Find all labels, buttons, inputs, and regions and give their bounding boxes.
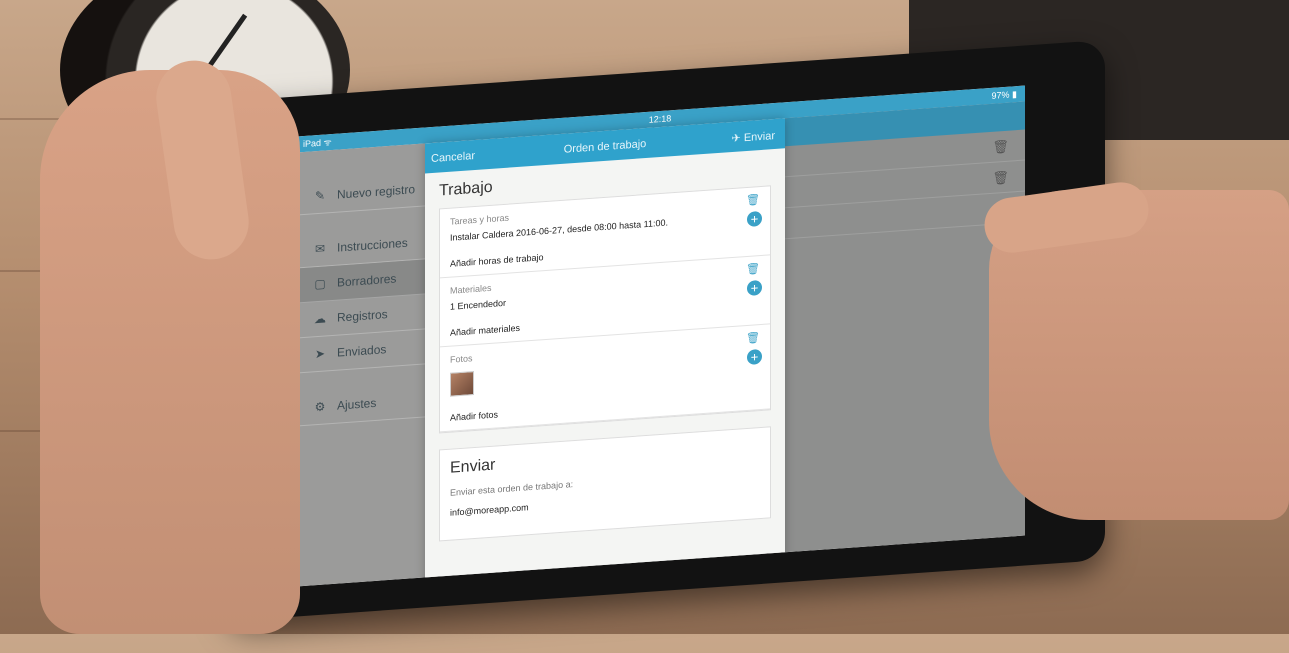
modal-title: Orden de trabajo [563, 138, 647, 156]
inbox-icon: ✉ [314, 241, 326, 257]
battery-label: 97% ▮ [991, 89, 1017, 101]
trash-icon[interactable]: 🗑 [746, 262, 760, 276]
edit-icon: ✎ [314, 188, 326, 204]
sidebar-item-label: Instrucciones [337, 235, 408, 255]
cloud-icon: ☁ [314, 311, 326, 327]
trash-icon[interactable]: 🗑 [992, 139, 1009, 156]
work-card: Tareas y horas Instalar Caldera 2016-06-… [439, 185, 771, 434]
send-button[interactable]: ✈ Enviar [732, 129, 775, 145]
clock-label: 12:18 [648, 113, 672, 125]
settings-icon: ⚙ [314, 399, 326, 415]
tablet-bezel: iPad ᯤ 12:18 97% ▮ ✎ Nuevo registro ✉ In… [225, 39, 1105, 622]
send-icon: ➤ [314, 346, 326, 362]
sidebar-item-label: Registros [337, 307, 388, 325]
sidebar-item-label: Enviados [337, 342, 387, 360]
plus-icon[interactable]: + [747, 279, 762, 296]
tablet-screen: iPad ᯤ 12:18 97% ▮ ✎ Nuevo registro ✉ In… [295, 85, 1025, 587]
trash-icon[interactable]: 🗑 [746, 193, 760, 207]
add-photos-link[interactable]: Añadir fotos [450, 391, 760, 422]
sidebar-item-label: Ajustes [337, 395, 377, 413]
sidebar-item-label: Nuevo registro [337, 182, 416, 202]
plus-icon[interactable]: + [747, 348, 762, 365]
sidebar-item-label: Borradores [337, 271, 397, 290]
modal-body: Trabajo Tareas y horas Instalar Caldera … [425, 148, 785, 548]
photo-scene: { "statusbar": { "carrier": "iPad ᯤ", "t… [0, 0, 1289, 634]
trash-icon[interactable]: 🗑 [746, 331, 760, 345]
plus-icon[interactable]: + [747, 210, 762, 227]
send-section: Enviar Enviar esta orden de trabajo a: i… [439, 426, 771, 542]
work-order-modal: Cancelar Orden de trabajo ✈ Enviar Traba… [425, 118, 785, 587]
photo-thumbnail[interactable] [450, 371, 474, 397]
document-icon: ▢ [314, 276, 326, 292]
trash-icon[interactable]: 🗑 [992, 170, 1009, 187]
cancel-button[interactable]: Cancelar [431, 150, 475, 165]
